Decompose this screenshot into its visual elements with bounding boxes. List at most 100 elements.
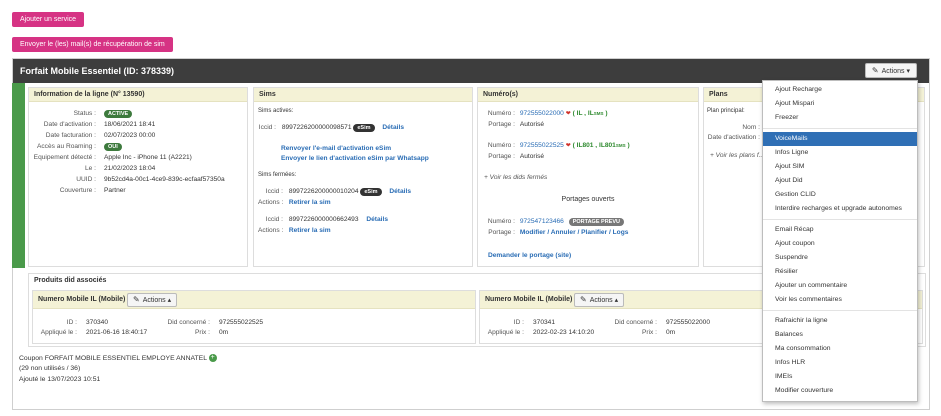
line-info-box: Information de la ligne (N° 13590) Statu… [28,87,248,267]
info-badge-cell: OUI [104,143,122,151]
portage-label: Portage : [488,153,515,160]
open-ports-title: Portages ouverts [561,196,615,203]
product-did-label: Did concerné : [167,319,210,326]
actions-label: Actions [142,297,166,304]
add-coupon-icon[interactable]: + [208,354,217,362]
resend-esim-link[interactable]: Renvoyer l'e-mail d'activation eSim [281,145,391,152]
active-sims-title: Sims actives: [258,108,294,114]
menu-item[interactable]: Email Récap [763,223,917,237]
menu-item[interactable]: Ajouter un commentaire [763,279,917,293]
line-info-title: Information de la ligne (N° 13590) [29,88,247,102]
menu-item[interactable]: Freezer [763,111,917,125]
pencil-icon: ✎ [580,295,587,304]
heart-icon: ❤ [565,143,571,149]
actions-dropdown-menu: Ajout Recharge Ajout Mispari Freezer VoiceM… [762,80,918,402]
menu-item[interactable]: Suspendre [763,251,917,265]
status-bar [12,83,25,268]
menu-item[interactable]: Résilier [763,265,917,279]
number-row: Numéro : 972555022000 ❤ ( IL , ILSMS ) [482,110,608,117]
menu-item[interactable]: Rafraichir la ligne [763,314,917,328]
coupon-usage: (29 non utilisés / 36) [19,365,81,372]
active-sim-details-link[interactable]: Détails [382,124,404,131]
add-service-button[interactable]: Ajouter un service [12,12,85,27]
product-actions-button[interactable]: ✎ Actions ▴ [574,293,625,307]
info-label: Date d'activation : [43,121,96,128]
actions-label: Actions [589,297,613,304]
menu-item[interactable]: VoiceMails [763,132,917,146]
menu-item[interactable]: Interdire recharges et upgrade autonomes [763,202,917,216]
menu-item[interactable]: Ajout coupon [763,237,917,251]
info-value-cell: 02/07/2023 00:00 [104,132,155,139]
send-recovery-mail-button[interactable]: Envoyer le (les) mail(s) de récupération… [12,37,173,52]
see-closed-dids-link[interactable]: + Voir les dids fermés [484,174,547,181]
number-label: Numéro : [487,218,515,225]
iccid-value: 8997226200000098571 [281,124,352,131]
product-actions-button[interactable]: ✎ Actions ▴ [127,293,178,307]
portage-label: Portage : [488,229,515,236]
caret-up-icon: ▴ [614,297,619,304]
coupon-line: Coupon FORFAIT MOBILE ESSENTIEL EMPLOYE … [19,354,217,362]
info-label: Accès au Roaming : [36,143,96,150]
sims-title: Sims [254,88,472,102]
actions-label: Actions [881,68,905,75]
request-port-link[interactable]: Demander le portage (site) [488,252,571,259]
caret-up-icon: ▴ [167,297,172,304]
number-link[interactable]: 972555022000 [520,110,564,117]
did-product-card: Numero Mobile IL (Mobile) ✎ Actions ▴ ID … [32,290,476,344]
tags-close: ) [605,110,608,117]
number-row: Numéro : 972555022525 ❤ ( IL801 , IL801S… [482,142,630,149]
sims-box: Sims Sims actives: Iccid : 8997226200000… [253,87,473,267]
portage-value: Autorisé [519,121,545,128]
esim-badge: eSim [360,188,382,196]
closed-sim-row: Iccid : 8997226200000010204 eSim Détails [258,188,411,196]
tags-close: ) [627,142,630,149]
number-link[interactable]: 972555022525 [520,142,564,149]
number-label: Numéro : [487,142,515,149]
iccid-label: Iccid : [265,188,283,195]
actions-label: Actions : [258,227,284,234]
menu-item[interactable]: Infos Ligne [763,146,917,160]
numbers-box: Numéro(s) Numéro : 972555022000 ❤ ( IL ,… [477,87,699,267]
menu-item[interactable]: Ajout Did [763,174,917,188]
menu-item[interactable]: Modifier couverture [763,384,917,398]
closed-sim-row: Iccid : 8997226000000662493 Détails [258,216,388,223]
port-number-link[interactable]: 972547123466 [520,218,564,225]
product-price-label: Prix : [641,329,657,336]
number-label: Numéro : [487,110,515,117]
info-label: Date facturation : [45,132,96,139]
coupon-added-date: Ajouté le 13/07/2023 10:51 [19,376,101,383]
menu-item[interactable]: Voir les commentaires [763,293,917,307]
menu-item[interactable]: Ajout Mispari [763,97,917,111]
status-badge: ACTIVE [104,110,133,118]
menu-item[interactable]: Ajout Recharge [763,83,917,97]
remove-sim-link[interactable]: Retirer la sim [289,199,331,206]
port-actions-links[interactable]: Modifier / Annuler / Planifier / Logs [520,229,629,236]
menu-item[interactable]: Infos HLR [763,356,917,370]
closed-sim-details-link[interactable]: Détails [389,188,411,195]
actions-button[interactable]: ✎ Actions ▾ [864,63,917,78]
info-badge-cell: ACTIVE [104,110,133,118]
product-did-value: 972555022000 [666,319,711,326]
coupon-name: Coupon FORFAIT MOBILE ESSENTIEL EMPLOYE … [19,354,207,362]
port-planned-badge: PORTAGE PREVU [568,218,624,226]
port-number-row: Numéro : 972547123466 PORTAGE PREVU [482,218,624,226]
panel-title: Forfait Mobile Essentiel (ID: 378339) [20,66,175,76]
esim-badge: eSim [353,124,375,132]
active-sim-row: Iccid : 8997226200000098571 eSim Détails [258,124,404,132]
info-value-cell: 21/02/2023 18:04 [104,165,155,172]
info-value: Apple Inc - iPhone 11 (A2221) [104,154,192,161]
sms-sub: SMS [615,143,626,148]
remove-sim-link[interactable]: Retirer la sim [289,227,331,234]
see-closed-plans-link[interactable]: + Voir les plans f... [710,152,764,159]
plan-name-label: Nom : [742,124,760,131]
pencil-icon: ✎ [133,295,140,304]
whatsapp-esim-link[interactable]: Envoyer le lien d'activation eSim par Wh… [281,155,429,162]
menu-item[interactable]: Ajout SIM [763,160,917,174]
menu-item[interactable]: Gestion CLID [763,188,917,202]
menu-item[interactable]: Balances [763,328,917,342]
port-actions-row: Portage : Modifier / Annuler / Planifier… [482,229,628,236]
menu-item[interactable]: Ma consommation [763,342,917,356]
info-label: UUID : [76,176,96,183]
closed-sim-details-link[interactable]: Détails [366,216,388,223]
menu-item[interactable]: IMEIs [763,370,917,384]
